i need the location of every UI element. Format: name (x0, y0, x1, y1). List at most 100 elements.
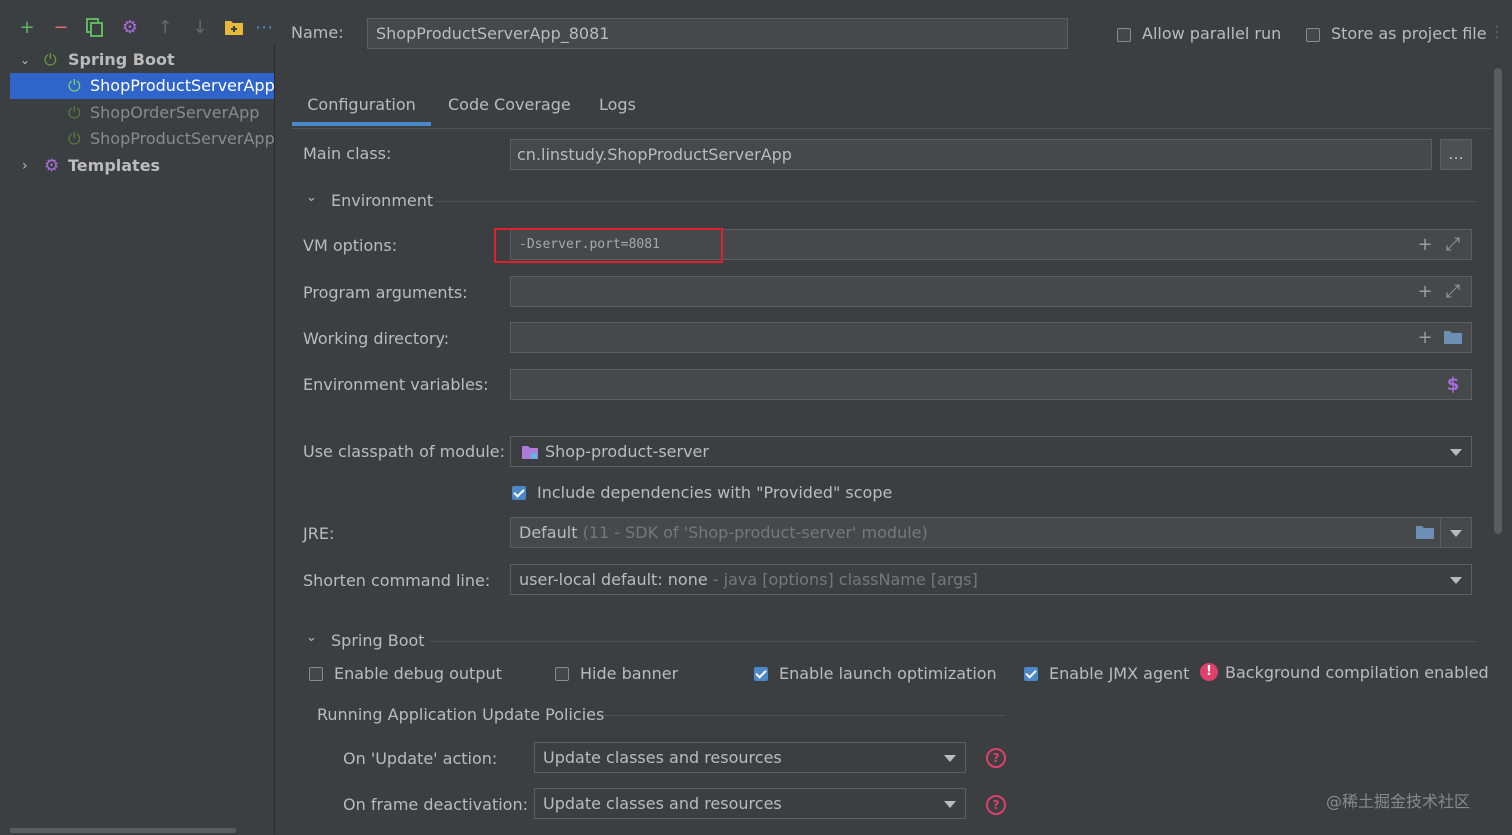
on-frame-value: Update classes and resources (543, 794, 782, 813)
classpath-dropdown[interactable]: Shop-product-server (510, 436, 1472, 467)
chevron-right-icon[interactable]: › (22, 153, 28, 179)
vm-options-label: VM options: (303, 236, 398, 255)
folder-add-icon[interactable] (224, 18, 244, 38)
spring-boot-icon: ⏻ (68, 103, 81, 122)
tree-group-templates[interactable]: › ⚙ Templates (10, 153, 274, 179)
tab-configuration[interactable]: Configuration (292, 92, 431, 126)
warning-icon: ! (1200, 663, 1218, 681)
add-icon[interactable]: + (17, 18, 37, 38)
include-deps-checkbox[interactable] (512, 486, 526, 500)
move-down-icon[interactable]: ↓ (190, 18, 210, 38)
chevron-down-icon (944, 755, 956, 762)
section-divider (436, 201, 1476, 202)
tree-item-shop-order[interactable]: ⏻ ShopOrderServerApp (10, 100, 274, 126)
drag-handle-icon[interactable]: ⋮ (1489, 22, 1505, 41)
shorten-value-text: user-local default: none (519, 570, 708, 589)
chevron-down-icon[interactable] (1450, 530, 1462, 537)
chevron-down-icon[interactable]: ⌄ (306, 190, 317, 205)
copy-icon[interactable] (85, 18, 105, 38)
bg-compilation-label: Background compilation enabled (1225, 663, 1489, 682)
on-frame-dropdown[interactable]: Update classes and resources (534, 788, 966, 819)
dollar-icon[interactable]: $ (1441, 370, 1465, 399)
watermark: @稀土掘金技术社区 (1326, 792, 1471, 811)
browse-label: ... (1448, 144, 1464, 163)
jre-hint: (11 - SDK of 'Shop-product-server' modul… (582, 523, 928, 542)
tree-item-label: ShopProductServerApp_ (90, 76, 274, 95)
tree-item-shop-product[interactable]: ⏻ ShopProductServerApp (10, 126, 274, 152)
add-icon[interactable]: + (1413, 277, 1437, 306)
more-icon[interactable]: ⋯ (254, 18, 274, 38)
on-update-dropdown[interactable]: Update classes and resources (534, 742, 966, 773)
debug-output-checkbox[interactable] (309, 667, 323, 681)
jmx-agent-label: Enable JMX agent (1049, 664, 1190, 683)
update-policies-label: Running Application Update Policies (317, 705, 605, 724)
help-icon[interactable]: ? (986, 795, 1006, 815)
launch-optimization-label: Enable launch optimization (779, 664, 997, 683)
working-dir-label: Working directory: (303, 329, 450, 348)
shorten-dropdown[interactable]: user-local default: none - java [options… (510, 564, 1472, 595)
main-class-value: cn.linstudy.ShopProductServerApp (517, 145, 792, 164)
add-icon[interactable]: + (1413, 230, 1437, 259)
chevron-down-icon[interactable]: ⌄ (306, 630, 317, 645)
on-frame-label: On frame deactivation: (343, 795, 528, 814)
classpath-value: Shop-product-server (545, 442, 709, 461)
section-divider (430, 641, 1476, 642)
name-field-value: ShopProductServerApp_8081 (376, 24, 610, 43)
expand-icon[interactable]: ⤢ (1441, 230, 1465, 259)
name-field[interactable]: ShopProductServerApp_8081 (367, 18, 1068, 49)
working-dir-field[interactable]: + (510, 322, 1472, 353)
tree-group-label: Spring Boot (68, 50, 175, 69)
spring-boot-section-label: Spring Boot (331, 631, 425, 650)
name-label: Name: (291, 23, 344, 42)
tree-item-label: ShopProductServerApp (90, 129, 274, 148)
horizontal-scrollbar[interactable] (10, 828, 236, 833)
run-config-sidebar: + − ⚙ ↑ ↓ ⋯ ⌄ ⏻ Spring Boot ⏻ ShopProduc… (0, 0, 276, 834)
gear-icon: ⚙ (44, 156, 60, 176)
hide-banner-checkbox[interactable] (555, 667, 569, 681)
chevron-down-icon (944, 801, 956, 808)
help-icon[interactable]: ? (986, 748, 1006, 768)
jre-field[interactable]: Default (11 - SDK of 'Shop-product-serve… (510, 517, 1472, 548)
chevron-down-icon (1450, 449, 1462, 456)
jre-value-text: Default (519, 523, 578, 542)
settings-icon[interactable]: ⚙ (120, 18, 140, 38)
shorten-value: user-local default: none - java [options… (519, 565, 978, 594)
tree-group-label: Templates (68, 156, 161, 175)
main-class-label: Main class: (303, 144, 392, 163)
tab-label: Configuration (307, 95, 416, 114)
include-deps-label: Include dependencies with "Provided" sco… (537, 483, 893, 502)
spring-boot-icon: ⏻ (68, 76, 81, 95)
folder-icon[interactable] (1413, 518, 1437, 547)
shorten-label: Shorten command line: (303, 571, 491, 590)
highlight-box (494, 228, 723, 263)
folder-icon[interactable] (1441, 323, 1465, 352)
chevron-down-icon[interactable]: ⌄ (20, 47, 30, 73)
allow-parallel-label: Allow parallel run (1142, 24, 1282, 43)
launch-optimization-checkbox[interactable] (754, 667, 768, 681)
store-project-checkbox[interactable] (1306, 28, 1320, 42)
add-icon[interactable]: + (1413, 323, 1437, 352)
shorten-hint: - java [options] className [args] (712, 570, 978, 589)
remove-icon[interactable]: − (51, 18, 71, 38)
allow-parallel-checkbox[interactable] (1117, 28, 1131, 42)
spring-boot-icon: ⏻ (68, 129, 81, 148)
tab-code-coverage[interactable]: Code Coverage (448, 92, 571, 126)
program-args-field[interactable]: + ⤢ (510, 276, 1472, 307)
browse-main-class-button[interactable]: ... (1440, 139, 1472, 170)
tree-group-spring-boot[interactable]: ⌄ ⏻ Spring Boot (10, 47, 274, 73)
move-up-icon[interactable]: ↑ (155, 18, 175, 38)
vertical-scrollbar[interactable] (1494, 68, 1502, 534)
tree-item-shop-product-8081[interactable]: ⏻ ShopProductServerApp_ (10, 73, 274, 99)
tree-item-label: ShopOrderServerApp (90, 103, 260, 122)
chevron-down-icon (1450, 577, 1462, 584)
main-class-field[interactable]: cn.linstudy.ShopProductServerApp (510, 139, 1432, 170)
env-vars-label: Environment variables: (303, 375, 489, 394)
hide-banner-label: Hide banner (580, 664, 679, 683)
env-vars-field[interactable]: $ (510, 369, 1472, 400)
jmx-agent-checkbox[interactable] (1024, 667, 1038, 681)
on-update-label: On 'Update' action: (343, 749, 498, 768)
expand-icon[interactable]: ⤢ (1441, 277, 1465, 306)
tab-logs[interactable]: Logs (599, 92, 636, 126)
debug-output-label: Enable debug output (334, 664, 502, 683)
tab-label: Code Coverage (448, 95, 571, 114)
